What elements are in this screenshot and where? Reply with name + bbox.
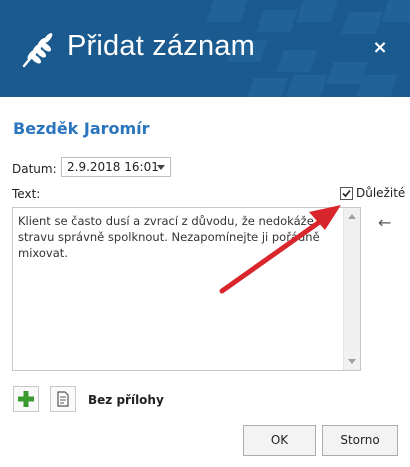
close-icon[interactable]: ×: [369, 37, 391, 59]
patient-name: Bezděk Jaromír: [13, 119, 150, 138]
text-label: Text:: [12, 187, 41, 201]
header-pattern: [246, 78, 288, 97]
wheat-icon: [22, 33, 53, 68]
arrow-left-icon: ←: [378, 213, 392, 232]
date-label: Datum:: [12, 162, 57, 176]
scroll-down-icon[interactable]: [348, 359, 356, 364]
scroll-up-icon[interactable]: [348, 214, 356, 219]
attachment-list-button[interactable]: [50, 386, 76, 412]
header-pattern: [381, 0, 410, 22]
note-text: Klient se často dusí a zvrací z důvodu, …: [18, 214, 320, 260]
header-pattern: [286, 75, 328, 97]
header-pattern: [256, 10, 298, 32]
date-value: 2.9.2018 16:01: [67, 160, 159, 174]
plus-icon: [18, 391, 34, 407]
important-label: Důležité: [356, 186, 406, 200]
chevron-down-icon: [157, 165, 165, 170]
header-pattern: [276, 50, 318, 72]
attachment-status: Bez přílohy: [88, 393, 164, 407]
textarea-scrollbar[interactable]: [343, 208, 360, 370]
date-select[interactable]: 2.9.2018 16:01: [61, 157, 171, 177]
checkmark-icon: [342, 189, 351, 198]
header-pattern: [206, 0, 248, 22]
important-checkbox[interactable]: [340, 187, 353, 200]
dialog-header: Přidat záznam ×: [0, 0, 410, 97]
add-attachment-button[interactable]: [13, 386, 39, 412]
note-textarea[interactable]: Klient se často dusí a zvrací z důvodu, …: [12, 207, 361, 371]
ok-button[interactable]: OK: [243, 425, 316, 456]
dialog-title: Přidat záznam: [67, 30, 255, 62]
header-pattern: [356, 75, 398, 97]
document-icon: [57, 391, 69, 407]
cancel-button[interactable]: Storno: [322, 425, 398, 456]
header-pattern: [296, 0, 338, 22]
header-pattern: [341, 12, 383, 34]
